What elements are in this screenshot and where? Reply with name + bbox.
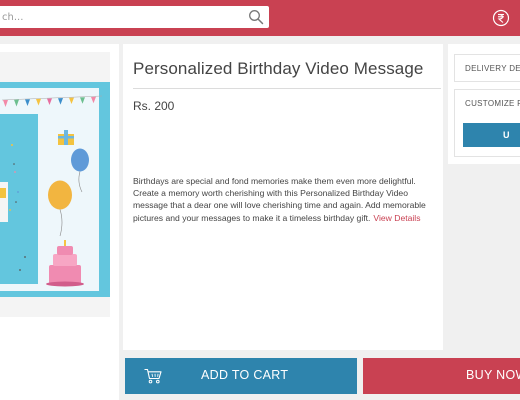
buy-now-label: BUY NOW — [466, 368, 520, 382]
view-details-link[interactable]: View Details — [373, 213, 420, 223]
customize-product-box: CUSTOMIZE P U — [454, 89, 520, 157]
product-image-panel — [0, 44, 119, 400]
search-box — [0, 6, 269, 28]
product-price: Rs. 200 — [133, 99, 175, 113]
product-image-frame — [0, 52, 110, 317]
add-to-cart-label: ADD TO CART — [201, 368, 289, 382]
delivery-customize-panel: DELIVERY DE CUSTOMIZE P U — [448, 44, 520, 164]
cart-icon — [144, 368, 162, 384]
title-divider — [133, 88, 441, 89]
rupee-icon[interactable] — [492, 9, 510, 27]
top-bar — [0, 0, 520, 36]
buy-now-button[interactable]: BUY NOW — [363, 358, 520, 394]
delivery-details-box[interactable]: DELIVERY DE — [454, 54, 520, 82]
product-title: Personalized Birthday Video Message — [133, 59, 424, 78]
customize-label: CUSTOMIZE P — [465, 99, 520, 108]
birthday-illustration[interactable] — [0, 52, 110, 317]
upload-button[interactable]: U — [463, 123, 520, 147]
add-to-cart-button[interactable]: ADD TO CART — [125, 358, 357, 394]
search-input[interactable] — [0, 6, 240, 28]
delivery-details-label: DELIVERY DE — [465, 64, 520, 73]
search-icon[interactable] — [248, 9, 264, 25]
product-description: Birthdays are special and fond memories … — [133, 175, 438, 224]
product-details-panel: Personalized Birthday Video Message Rs. … — [123, 44, 443, 350]
